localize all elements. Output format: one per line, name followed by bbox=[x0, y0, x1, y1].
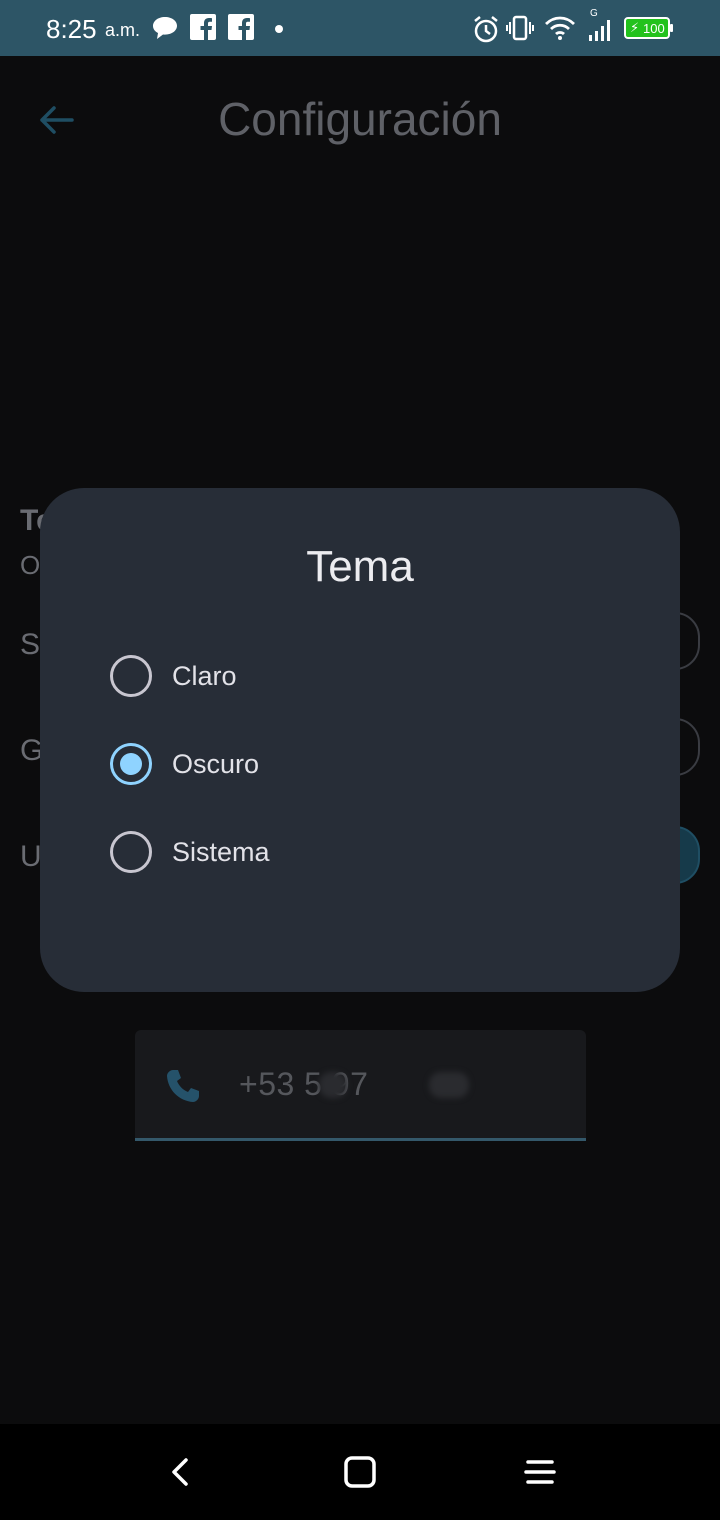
navigation-bar bbox=[0, 1424, 720, 1520]
wifi-icon bbox=[545, 16, 575, 40]
chat-bubble-icon bbox=[153, 17, 177, 39]
status-ampm: a.m. bbox=[105, 20, 141, 40]
nav-back-icon[interactable] bbox=[160, 1452, 200, 1492]
theme-dialog: Tema Claro Oscuro Sistema bbox=[40, 488, 680, 992]
theme-option-label: Oscuro bbox=[172, 748, 260, 779]
battery-icon: ⚡ 100 bbox=[624, 17, 670, 39]
theme-option-dark[interactable]: Oscuro bbox=[110, 740, 259, 788]
radio-button-unchecked[interactable] bbox=[110, 831, 152, 873]
theme-option-system[interactable]: Sistema bbox=[110, 828, 270, 876]
redacted-digits bbox=[429, 1072, 469, 1098]
alarm-icon bbox=[474, 16, 498, 43]
setting-row-4-label[interactable]: U bbox=[20, 840, 42, 874]
theme-setting-value: O bbox=[20, 550, 41, 580]
signal-icon bbox=[589, 20, 610, 41]
vibrate-icon bbox=[506, 15, 534, 41]
phone-number-field[interactable]: +53 5 97 bbox=[135, 1030, 586, 1141]
facebook-icon bbox=[228, 14, 254, 40]
battery-tip bbox=[670, 24, 673, 32]
nav-recents-icon[interactable] bbox=[520, 1452, 560, 1492]
radio-button-checked[interactable] bbox=[110, 743, 152, 785]
radio-button-unchecked[interactable] bbox=[110, 655, 152, 697]
status-time: 8:25 bbox=[46, 14, 97, 44]
status-bar: 8:25 a.m. G ⚡ 100 bbox=[0, 0, 720, 56]
battery-level: 100 bbox=[643, 21, 665, 36]
redacted-digits bbox=[319, 1072, 347, 1098]
theme-option-label: Claro bbox=[172, 660, 237, 691]
setting-row-2-label[interactable]: S bbox=[20, 628, 40, 662]
nav-home-icon[interactable] bbox=[340, 1452, 380, 1492]
theme-option-light[interactable]: Claro bbox=[110, 652, 237, 700]
page-title: Configuración bbox=[218, 93, 502, 145]
phone-number-value: +53 5 97 bbox=[239, 1066, 369, 1102]
theme-option-label: Sistema bbox=[172, 836, 270, 867]
facebook-icon bbox=[190, 14, 216, 40]
notification-dot bbox=[275, 25, 283, 33]
phone-icon bbox=[167, 1070, 199, 1102]
dialog-title: Tema bbox=[306, 542, 414, 591]
